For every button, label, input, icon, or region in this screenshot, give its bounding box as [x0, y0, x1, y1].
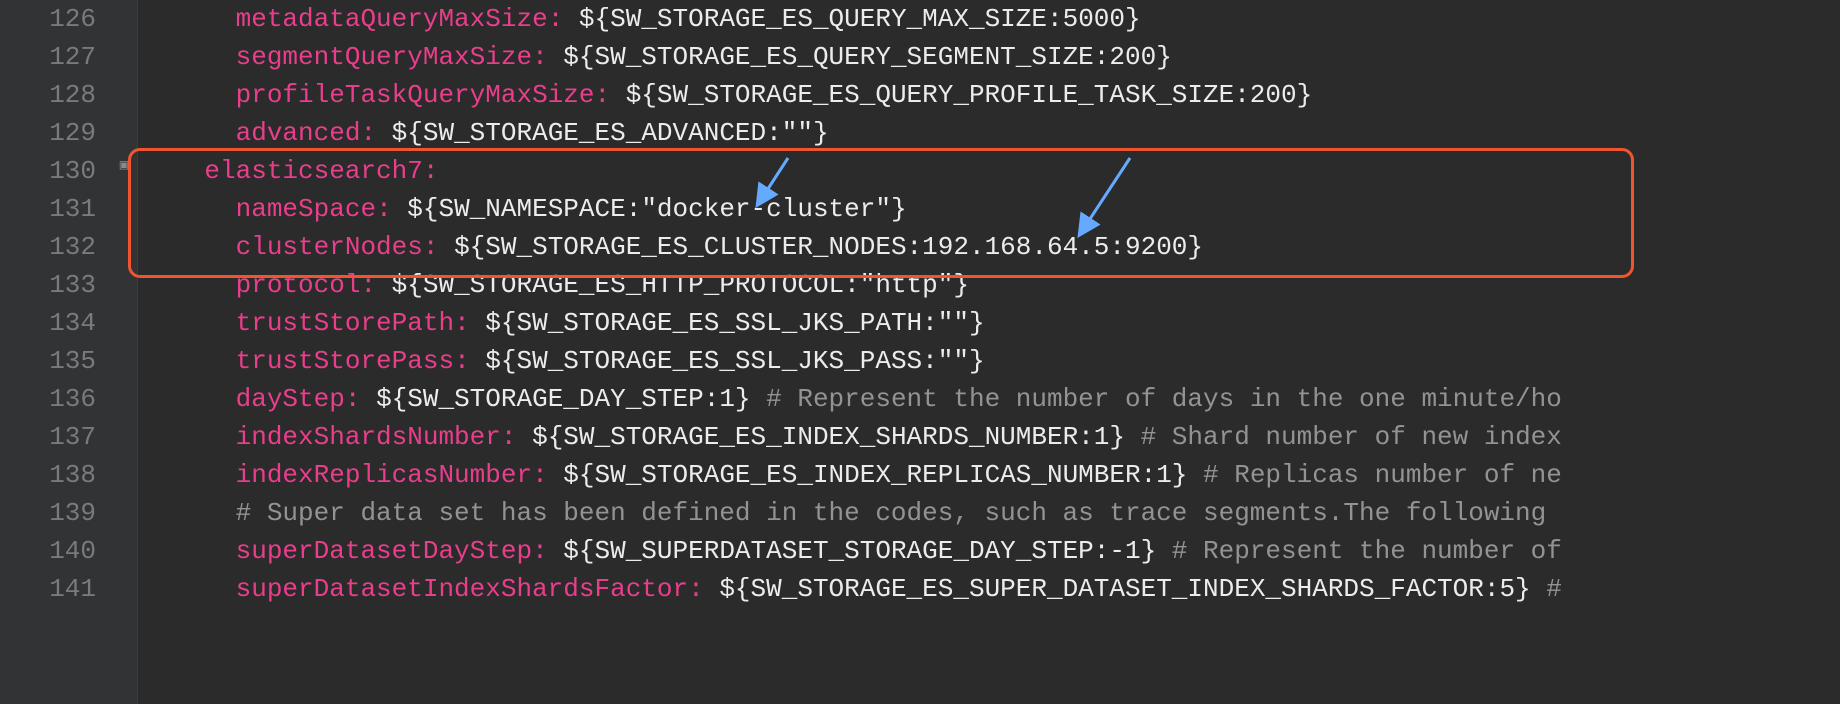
line-number: 137	[0, 418, 98, 456]
yaml-value: ${SW_STORAGE_ES_ADVANCED:""}	[392, 118, 829, 148]
yaml-key: protocol	[236, 270, 361, 300]
line-number: 126	[0, 0, 98, 38]
yaml-value: ${SW_STORAGE_ES_QUERY_PROFILE_TASK_SIZE:…	[626, 80, 1313, 110]
line-number: 129	[0, 114, 98, 152]
yaml-comment: # Replicas number of ne	[1187, 460, 1561, 490]
code-line[interactable]: indexShardsNumber: ${SW_STORAGE_ES_INDEX…	[142, 418, 1840, 456]
fold-toggle-icon[interactable]: ▣	[116, 158, 132, 174]
line-number: 138	[0, 456, 98, 494]
yaml-key: segmentQueryMaxSize	[236, 42, 532, 72]
line-number: 136	[0, 380, 98, 418]
yaml-key: clusterNodes	[236, 232, 423, 262]
yaml-value: ${SW_STORAGE_ES_CLUSTER_NODES:192.168.64…	[454, 232, 1203, 262]
yaml-value: ${SW_STORAGE_ES_SUPER_DATASET_INDEX_SHAR…	[719, 574, 1530, 604]
line-number: 130	[0, 152, 98, 190]
line-number: 139	[0, 494, 98, 532]
code-line[interactable]: dayStep: ${SW_STORAGE_DAY_STEP:1} # Repr…	[142, 380, 1840, 418]
yaml-value: ${SW_STORAGE_ES_HTTP_PROTOCOL:"http"}	[392, 270, 969, 300]
yaml-key: trustStorePath	[236, 308, 454, 338]
code-line[interactable]: elasticsearch7:	[142, 152, 1840, 190]
line-number: 141	[0, 570, 98, 608]
line-number: 133	[0, 266, 98, 304]
code-area[interactable]: metadataQueryMaxSize: ${SW_STORAGE_ES_QU…	[138, 0, 1840, 704]
yaml-value: ${SW_STORAGE_ES_QUERY_MAX_SIZE:5000}	[579, 4, 1141, 34]
yaml-value: ${SW_STORAGE_ES_SSL_JKS_PATH:""}	[485, 308, 984, 338]
yaml-key: profileTaskQueryMaxSize	[236, 80, 595, 110]
yaml-key: indexShardsNumber	[236, 422, 501, 452]
line-number-gutter: 126 127 128 129 130 131 132 133 134 135 …	[0, 0, 112, 704]
line-number: 132	[0, 228, 98, 266]
code-line[interactable]: segmentQueryMaxSize: ${SW_STORAGE_ES_QUE…	[142, 38, 1840, 76]
line-number: 128	[0, 76, 98, 114]
code-line[interactable]: superDatasetIndexShardsFactor: ${SW_STOR…	[142, 570, 1840, 608]
yaml-key: superDatasetDayStep	[236, 536, 532, 566]
line-number: 135	[0, 342, 98, 380]
yaml-value: ${SW_STORAGE_ES_INDEX_REPLICAS_NUMBER:1}	[563, 460, 1187, 490]
code-line[interactable]: metadataQueryMaxSize: ${SW_STORAGE_ES_QU…	[142, 0, 1840, 38]
yaml-comment: # Shard number of new index	[1125, 422, 1562, 452]
code-line[interactable]: profileTaskQueryMaxSize: ${SW_STORAGE_ES…	[142, 76, 1840, 114]
yaml-key: nameSpace	[236, 194, 376, 224]
yaml-key: dayStep	[236, 384, 345, 414]
yaml-key: metadataQueryMaxSize	[236, 4, 548, 34]
fold-gutter: ▣	[112, 0, 138, 704]
code-editor[interactable]: 126 127 128 129 130 131 132 133 134 135 …	[0, 0, 1840, 704]
yaml-comment: # Represent the number of days in the on…	[751, 384, 1562, 414]
code-line[interactable]: trustStorePath: ${SW_STORAGE_ES_SSL_JKS_…	[142, 304, 1840, 342]
code-line[interactable]: superDatasetDayStep: ${SW_SUPERDATASET_S…	[142, 532, 1840, 570]
yaml-key: trustStorePass	[236, 346, 454, 376]
line-number: 127	[0, 38, 98, 76]
yaml-value: ${SW_STORAGE_ES_INDEX_SHARDS_NUMBER:1}	[532, 422, 1125, 452]
yaml-key: superDatasetIndexShardsFactor	[236, 574, 688, 604]
code-line[interactable]: clusterNodes: ${SW_STORAGE_ES_CLUSTER_NO…	[142, 228, 1840, 266]
yaml-value: ${SW_STORAGE_DAY_STEP:1}	[376, 384, 750, 414]
code-line[interactable]: advanced: ${SW_STORAGE_ES_ADVANCED:""}	[142, 114, 1840, 152]
yaml-value: ${SW_SUPERDATASET_STORAGE_DAY_STEP:-1}	[563, 536, 1156, 566]
code-line[interactable]: nameSpace: ${SW_NAMESPACE:"docker-cluste…	[142, 190, 1840, 228]
yaml-comment: # Super data set has been defined in the…	[236, 498, 1562, 528]
yaml-value: ${SW_NAMESPACE:"docker-cluster"}	[407, 194, 906, 224]
code-line[interactable]: # Super data set has been defined in the…	[142, 494, 1840, 532]
line-number: 140	[0, 532, 98, 570]
code-line[interactable]: protocol: ${SW_STORAGE_ES_HTTP_PROTOCOL:…	[142, 266, 1840, 304]
line-number: 131	[0, 190, 98, 228]
yaml-key: elasticsearch7	[204, 156, 422, 186]
yaml-value: ${SW_STORAGE_ES_SSL_JKS_PASS:""}	[485, 346, 984, 376]
yaml-key: indexReplicasNumber	[236, 460, 532, 490]
yaml-value: ${SW_STORAGE_ES_QUERY_SEGMENT_SIZE:200}	[563, 42, 1172, 72]
code-line[interactable]: trustStorePass: ${SW_STORAGE_ES_SSL_JKS_…	[142, 342, 1840, 380]
yaml-comment: #	[1531, 574, 1562, 604]
yaml-comment: # Represent the number of	[1156, 536, 1562, 566]
code-line[interactable]: indexReplicasNumber: ${SW_STORAGE_ES_IND…	[142, 456, 1840, 494]
yaml-key: advanced	[236, 118, 361, 148]
line-number: 134	[0, 304, 98, 342]
